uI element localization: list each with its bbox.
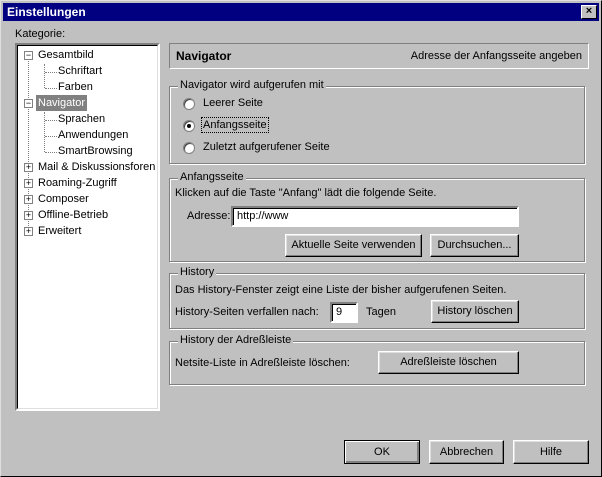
tree-item-mail[interactable]: Mail & Diskussionsforen: [38, 159, 155, 175]
history-legend: History: [178, 266, 217, 278]
tree-item-anwendungen[interactable]: Anwendungen: [58, 127, 128, 143]
expand-icon[interactable]: +: [24, 211, 33, 220]
tree-item-offline[interactable]: Offline-Betrieb: [38, 207, 108, 223]
radio-home-page[interactable]: [183, 120, 195, 132]
history-days-input[interactable]: 9: [330, 302, 358, 323]
days-label: Tagen: [366, 306, 396, 318]
help-button[interactable]: Hilfe: [513, 440, 589, 464]
tree-item-gesamtbild[interactable]: Gesamtbild: [38, 47, 94, 63]
tree-item-erweitert[interactable]: Erweitert: [38, 223, 81, 239]
radio-last-page[interactable]: [183, 142, 195, 154]
use-current-page-button[interactable]: Aktuelle Seite verwenden: [285, 234, 422, 257]
title-bar[interactable]: Einstellungen ×: [3, 3, 599, 21]
history-group: History Das History-Fenster zeigt eine L…: [169, 266, 585, 329]
expand-icon[interactable]: +: [24, 163, 33, 172]
homepage-group: Anfangsseite Klicken auf die Taste "Anfa…: [169, 171, 585, 262]
tree-item-smartbrowsing[interactable]: SmartBrowsing: [58, 143, 133, 159]
clear-history-button[interactable]: History löschen: [431, 300, 519, 323]
radio-blank-page[interactable]: [183, 98, 195, 110]
clear-urlbar-button[interactable]: Adreßleiste löschen: [378, 351, 519, 374]
homepage-legend: Anfangsseite: [178, 171, 246, 183]
radio-last-label[interactable]: Zuletzt aufgerufener Seite: [203, 141, 330, 153]
homepage-info: Klicken auf die Taste "Anfang" lädt die …: [175, 187, 437, 199]
preferences-dialog: Einstellungen × Kategorie: − Gesamtbild …: [0, 0, 602, 477]
collapse-icon[interactable]: −: [24, 51, 33, 60]
panel-description: Adresse der Anfangsseite angeben: [410, 50, 582, 62]
panel-title: Navigator: [176, 49, 232, 63]
collapse-icon[interactable]: −: [24, 99, 33, 108]
tree-item-schriftart[interactable]: Schriftart: [58, 63, 102, 79]
urlbar-history-info: Netsite-Liste in Adreßleiste löschen:: [175, 357, 350, 369]
close-icon[interactable]: ×: [581, 5, 597, 19]
browse-button[interactable]: Durchsuchen...: [430, 234, 519, 257]
history-info: Das History-Fenster zeigt eine Liste der…: [175, 284, 507, 296]
history-expire-label: History-Seiten verfallen nach:: [175, 306, 319, 318]
urlbar-history-legend: History der Adreßleiste: [178, 334, 294, 346]
kategorie-label: Kategorie:: [15, 28, 66, 40]
startup-legend: Navigator wird aufgerufen mit: [178, 79, 326, 91]
address-input[interactable]: http://www: [231, 206, 519, 227]
tree-item-sprachen[interactable]: Sprachen: [58, 111, 105, 127]
address-label: Adresse:: [187, 210, 231, 222]
ok-button[interactable]: OK: [344, 440, 420, 464]
expand-icon[interactable]: +: [24, 179, 33, 188]
tree-item-roaming[interactable]: Roaming-Zugriff: [38, 175, 117, 191]
tree-item-composer[interactable]: Composer: [38, 191, 89, 207]
tree-item-navigator[interactable]: Navigator: [36, 95, 88, 111]
category-tree[interactable]: − Gesamtbild Schriftart Farben − Navigat…: [15, 43, 160, 411]
expand-icon[interactable]: +: [24, 227, 33, 236]
radio-home-label[interactable]: Anfangsseite: [201, 117, 269, 133]
radio-blank-label[interactable]: Leerer Seite: [203, 97, 263, 109]
window-title: Einstellungen: [7, 5, 86, 19]
panel-header: Navigator Adresse der Anfangsseite angeb…: [169, 43, 589, 69]
urlbar-history-group: History der Adreßleiste Netsite-Liste in…: [169, 334, 585, 385]
startup-group: Navigator wird aufgerufen mit Leerer Sei…: [169, 79, 585, 164]
tree-item-farben[interactable]: Farben: [58, 79, 93, 95]
expand-icon[interactable]: +: [24, 195, 33, 204]
cancel-button[interactable]: Abbrechen: [429, 440, 504, 464]
